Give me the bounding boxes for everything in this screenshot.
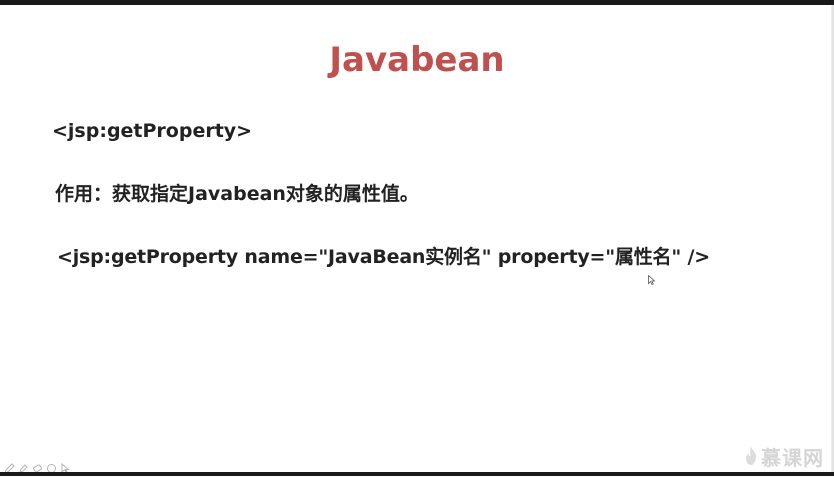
- circle-icon[interactable]: [46, 459, 57, 473]
- purpose-description: 作用：获取指定Javabean对象的属性值。: [55, 183, 419, 205]
- annotation-toolbar[interactable]: [4, 457, 71, 474]
- syntax-example: <jsp:getProperty name="JavaBean实例名" prop…: [57, 246, 710, 268]
- brand-text: 慕课网: [761, 445, 824, 470]
- eraser-icon[interactable]: [32, 459, 43, 473]
- video-bottom-border: [0, 472, 834, 476]
- pen-icon[interactable]: [4, 459, 15, 474]
- flame-logo-icon: [746, 447, 757, 465]
- jsp-tag-heading: <jsp:getProperty>: [52, 120, 253, 142]
- slide-title: Javabean: [329, 40, 505, 80]
- mouse-pointer-icon: [648, 275, 655, 285]
- pointer-tool-icon[interactable]: [60, 459, 71, 474]
- imooc-watermark: 慕课网: [744, 443, 824, 470]
- marker-icon[interactable]: [18, 459, 29, 473]
